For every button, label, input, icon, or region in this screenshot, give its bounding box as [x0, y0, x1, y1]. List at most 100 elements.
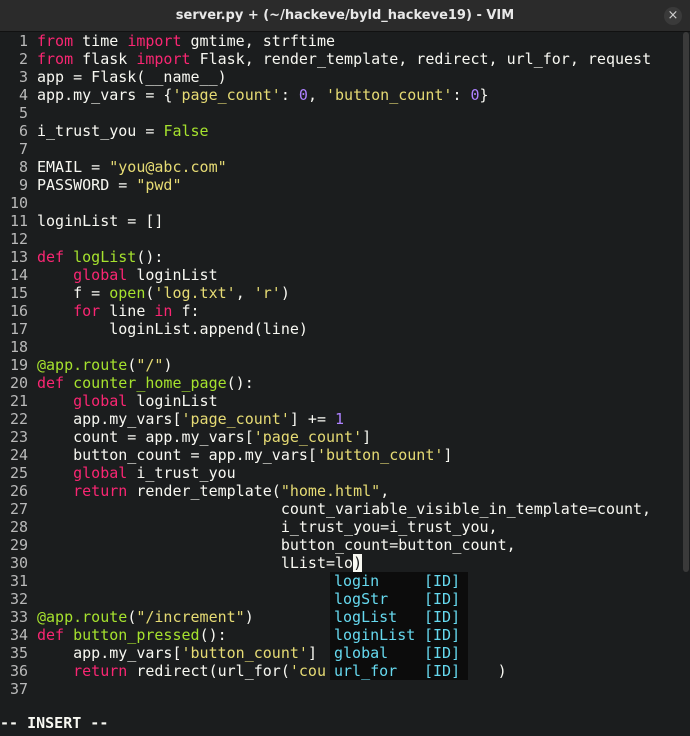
- line-number: 17: [9, 320, 28, 338]
- code-line[interactable]: 30 lList=lo): [0, 554, 682, 572]
- code-line[interactable]: 37: [0, 680, 682, 698]
- line-number: 14: [9, 266, 28, 284]
- code-line[interactable]: 7: [0, 140, 682, 158]
- code-line[interactable]: 29 button_count=button_count,: [0, 536, 682, 554]
- line-number: 1: [18, 32, 28, 50]
- code-token: "pwd": [136, 176, 182, 194]
- code-text: @app.route("/"): [37, 356, 172, 374]
- code-text: from time import gmtime, strftime: [37, 32, 335, 50]
- code-token: i_trust_you=i_trust_you,: [37, 518, 498, 536]
- line-number: 9: [18, 176, 28, 194]
- code-line[interactable]: 9 PASSWORD = "pwd": [0, 176, 682, 194]
- code-token: global: [73, 464, 137, 482]
- code-line[interactable]: 1 from time import gmtime, strftime: [0, 32, 682, 50]
- code-line[interactable]: 6 i_trust_you = False: [0, 122, 682, 140]
- completion-item-login[interactable]: login [ID]: [330, 572, 468, 590]
- code-token: 'cou: [289, 662, 326, 680]
- code-text: def logList():: [37, 248, 163, 266]
- completion-item-loglist[interactable]: logList [ID]: [330, 608, 468, 626]
- code-line[interactable]: 25 global i_trust_you: [0, 464, 682, 482]
- code-line[interactable]: 17 loginList.append(line): [0, 320, 682, 338]
- code-text: @app.route("/increment"): [37, 608, 254, 626]
- code-token: flask: [82, 50, 137, 68]
- code-line[interactable]: 5: [0, 104, 682, 122]
- code-line[interactable]: 13 def logList():: [0, 248, 682, 266]
- mode-indicator: -- INSERT --: [0, 714, 109, 732]
- scrollbar[interactable]: [682, 32, 690, 704]
- code-line[interactable]: 12: [0, 230, 682, 248]
- line-number: 18: [9, 338, 28, 356]
- code-line[interactable]: 2 from flask import Flask, render_templat…: [0, 50, 682, 68]
- code-token: ): [244, 608, 254, 626]
- line-number: 20: [9, 374, 28, 392]
- close-button[interactable]: ×: [664, 7, 682, 25]
- completion-item-global[interactable]: global [ID]: [330, 644, 468, 662]
- code-line[interactable]: 10: [0, 194, 682, 212]
- code-token: def: [37, 626, 74, 644]
- code-line[interactable]: 8 EMAIL = "you@abc.com": [0, 158, 682, 176]
- code-token: logList: [73, 248, 137, 266]
- code-line[interactable]: 24 button_count = app.my_vars['button_co…: [0, 446, 682, 464]
- code-token: "home.html": [280, 482, 381, 500]
- code-token: ():: [199, 626, 227, 644]
- line-number: 23: [9, 428, 28, 446]
- completion-item-loginlist[interactable]: loginList [ID]: [330, 626, 468, 644]
- line-number: 10: [9, 194, 28, 212]
- code-line[interactable]: 4 app.my_vars = {'page_count': 0, 'button…: [0, 86, 682, 104]
- window-title: server.py + (~/hackeve/byld_hackeve19) -…: [175, 8, 515, 23]
- line-number: 37: [9, 680, 28, 698]
- code-line[interactable]: 15 f = open('log.txt', 'r'): [0, 284, 682, 302]
- completion-name: logList: [334, 608, 398, 626]
- code-text: i_trust_you=i_trust_you,: [37, 518, 498, 536]
- code-token: render_template(: [136, 482, 281, 500]
- code-text: loginList = []: [37, 212, 163, 230]
- code-line[interactable]: 23 count = app.my_vars['page_count']: [0, 428, 682, 446]
- code-text: return render_template("home.html",: [37, 482, 389, 500]
- line-number: 27: [9, 500, 28, 518]
- code-token: return: [73, 662, 137, 680]
- code-token: app = Flask(__name__): [37, 68, 227, 86]
- code-text: lList=lo): [37, 554, 363, 572]
- code-text: button_count=button_count,: [37, 536, 516, 554]
- completion-item-logstr[interactable]: logStr [ID]: [330, 590, 468, 608]
- code-line[interactable]: 11 loginList = []: [0, 212, 682, 230]
- code-line[interactable]: 3 app = Flask(__name__): [0, 68, 682, 86]
- line-number: 19: [9, 356, 28, 374]
- line-number: 26: [9, 482, 28, 500]
- code-line[interactable]: 26 return render_template("home.html",: [0, 482, 682, 500]
- code-token: ,: [307, 86, 326, 104]
- code-token: 'button_count': [181, 644, 308, 662]
- code-token: 'page_count': [253, 428, 363, 446]
- line-number: 34: [9, 626, 28, 644]
- completion-item-url-for[interactable]: url_for [ID]: [330, 662, 468, 680]
- code-token: :: [280, 86, 299, 104]
- code-line[interactable]: 28 i_trust_you=i_trust_you,: [0, 518, 682, 536]
- code-text: app.my_vars['button_count']: [37, 644, 317, 662]
- code-line[interactable]: 16 for line in f:: [0, 302, 682, 320]
- code-line[interactable]: 21 global loginList: [0, 392, 682, 410]
- completion-popup: login [ID] logStr [ID] logList [ID] loginList […: [330, 572, 468, 680]
- code-text: count = app.my_vars['page_count']: [37, 428, 371, 446]
- code-line[interactable]: 20 def counter_home_page():: [0, 374, 682, 392]
- scroll-thumb[interactable]: [683, 32, 689, 572]
- line-number: 22: [9, 410, 28, 428]
- code-token: @app.route: [37, 356, 128, 374]
- code-text: loginList.append(line): [37, 320, 308, 338]
- code-token: button_count = app.my_vars[: [37, 446, 317, 464]
- code-line[interactable]: 18: [0, 338, 682, 356]
- code-line[interactable]: 19 @app.route("/"): [0, 356, 682, 374]
- code-line[interactable]: 27 count_variable_visible_in_template=co…: [0, 500, 682, 518]
- code-line[interactable]: 22 app.my_vars['page_count'] += 1: [0, 410, 682, 428]
- line-number: 32: [9, 590, 28, 608]
- code-token: loginList.append(line): [37, 320, 308, 338]
- code-line[interactable]: 14 global loginList: [0, 266, 682, 284]
- code-token: app.my_vars[: [37, 644, 182, 662]
- code-token: from: [37, 50, 83, 68]
- code-token: open: [109, 284, 146, 302]
- line-number: 21: [9, 392, 28, 410]
- completion-name: global: [334, 644, 389, 662]
- line-number: 29: [9, 536, 28, 554]
- code-token: ): [280, 284, 290, 302]
